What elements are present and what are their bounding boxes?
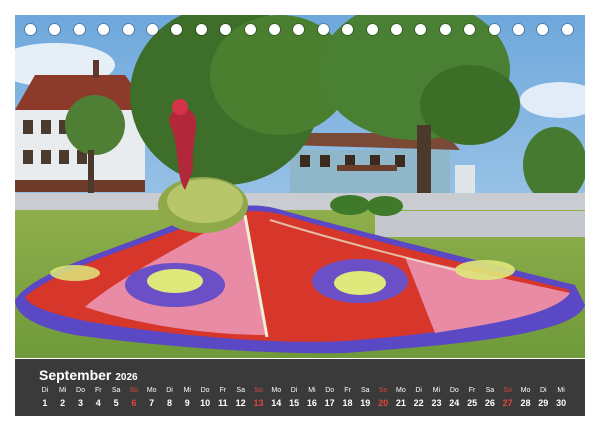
day-cell: Mi 30	[551, 386, 571, 410]
weekday-label: Mi	[557, 387, 565, 394]
binding-ring	[488, 24, 500, 35]
binding-ring	[147, 24, 158, 35]
binding-ring	[49, 24, 61, 35]
calendar-page: September 2026 Di 1 Mi 2 Do 3 Fr 4 Sa 5 So 6 Mo 7 Di 8 Mi…	[0, 0, 600, 431]
binding-ring	[317, 24, 329, 35]
binding-ring	[415, 24, 427, 35]
photo-peacock-flower-bed	[15, 15, 585, 358]
binding-ring	[171, 24, 183, 35]
month-name: September	[39, 367, 112, 383]
binding-ring	[513, 24, 524, 35]
binding-ring	[244, 24, 256, 35]
binding-ring	[537, 24, 549, 35]
binding-ring	[98, 24, 110, 35]
binding-ring	[195, 24, 207, 35]
binding-ring	[122, 24, 134, 35]
binding-ring	[391, 24, 402, 35]
binding-ring	[269, 24, 280, 35]
binding-ring	[293, 24, 305, 35]
binding-ring	[561, 24, 573, 35]
spiral-binding	[15, 24, 585, 40]
day-strip: Di 1 Mi 2 Do 3 Fr 4 Sa 5 So 6 Mo 7 Di 8 Mi 9 Do 10 Fr 11 Sa 12 S…	[36, 386, 570, 414]
binding-ring	[220, 24, 232, 35]
binding-ring	[366, 24, 378, 35]
binding-ring	[25, 24, 36, 35]
day-number: 30	[556, 398, 567, 408]
binding-ring	[439, 24, 451, 35]
binding-ring	[342, 24, 354, 35]
month-year: 2026	[115, 372, 138, 383]
month-heading: September 2026	[39, 367, 138, 385]
calendar-bar: September 2026 Di 1 Mi 2 Do 3 Fr 4 Sa 5 So 6 Mo 7 Di 8 Mi…	[15, 359, 585, 416]
binding-ring	[73, 24, 85, 35]
binding-ring	[464, 24, 476, 35]
photo-illustration	[15, 15, 585, 358]
